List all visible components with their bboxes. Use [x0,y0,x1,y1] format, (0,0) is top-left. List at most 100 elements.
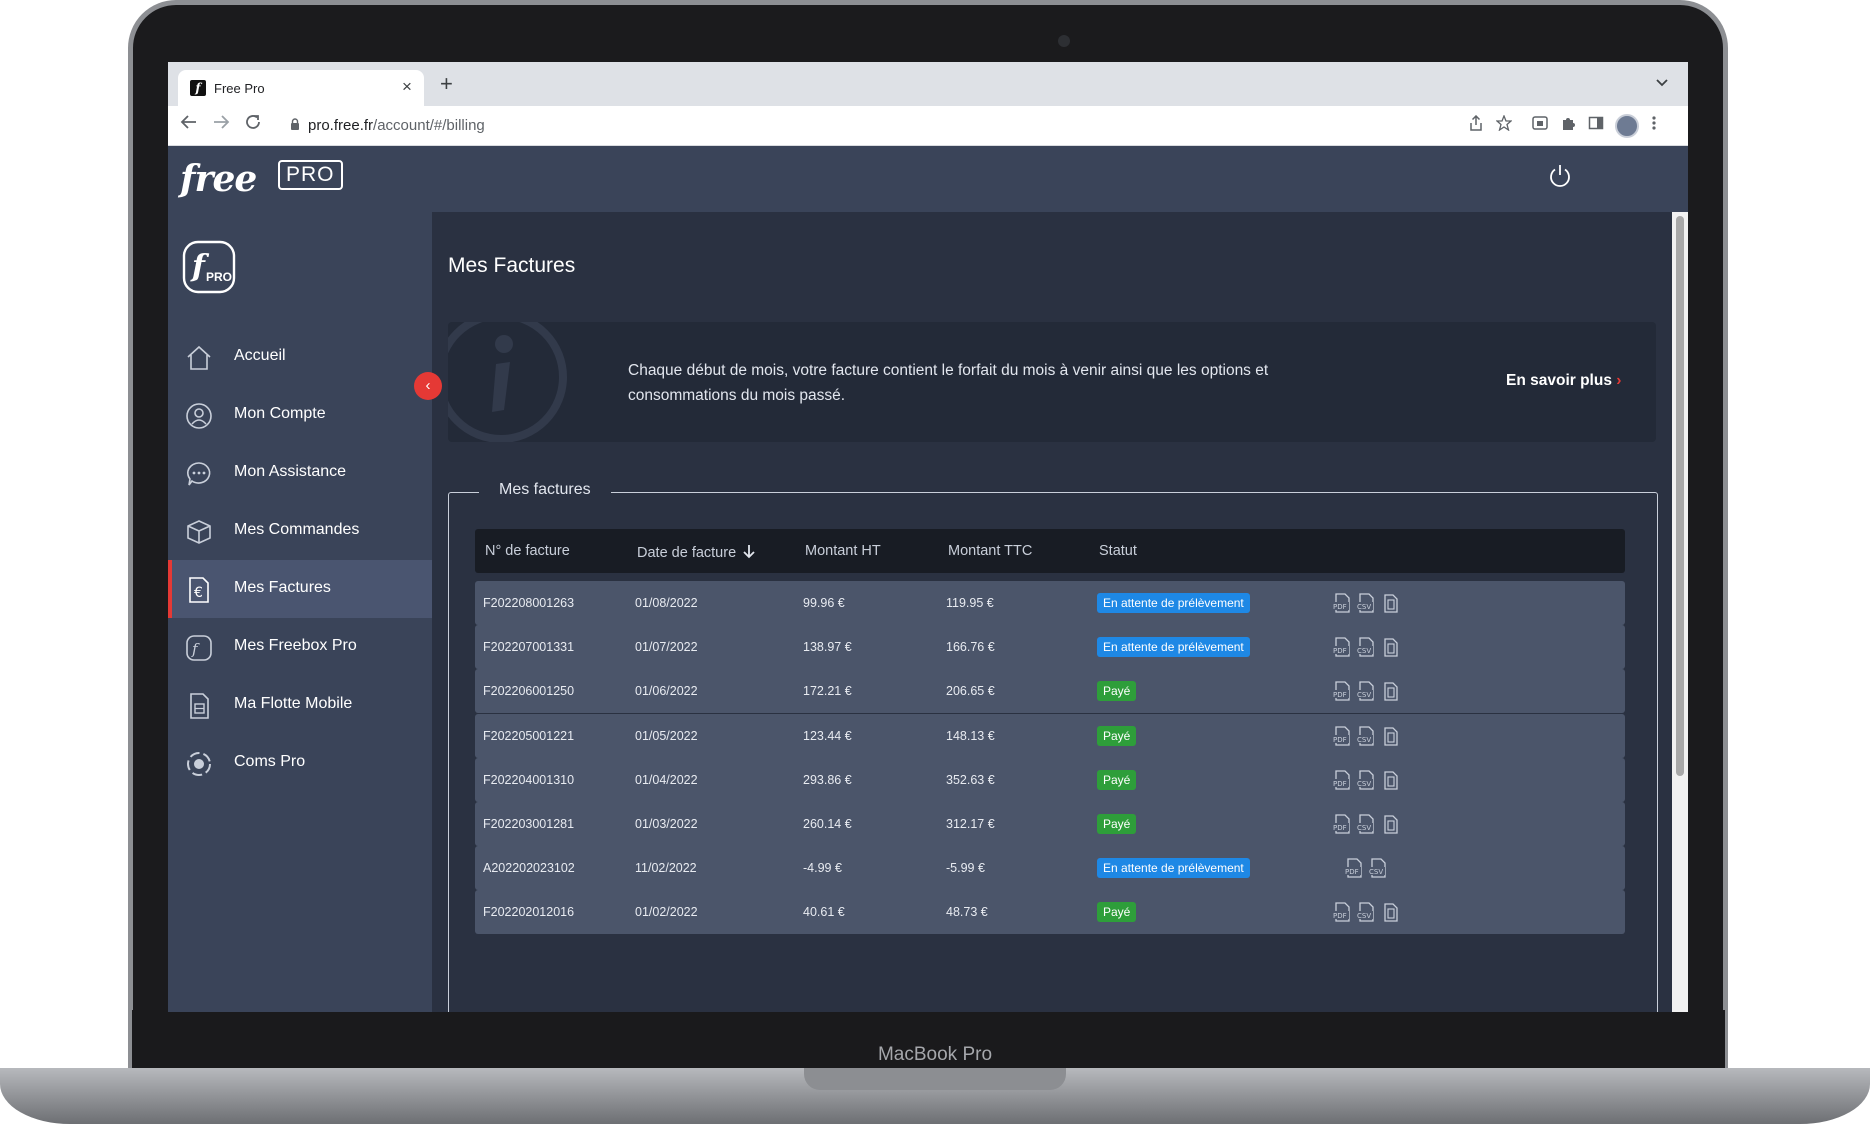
sidebar-item-mon-assistance[interactable]: Mon Assistance [168,444,432,502]
csv-download-icon[interactable]: CSV [1355,592,1377,614]
pdf-download-icon[interactable]: PDF [1343,857,1365,879]
reload-icon[interactable] [244,113,262,137]
sidebar-item-coms-pro[interactable]: Coms Pro [168,734,432,792]
invoice-number: A202202023102 [483,861,575,876]
learn-more-link[interactable]: En savoir plus › [1506,372,1621,390]
tab-list-icon[interactable] [1656,75,1668,90]
pdf-download-icon[interactable]: PDF [1331,725,1353,747]
csv-download-icon[interactable]: CSV [1355,725,1377,747]
document-icon[interactable] [1379,901,1401,923]
svg-text:CSV: CSV [1357,736,1371,744]
table-row[interactable]: F202208001263 01/08/2022 99.96 € 119.95 € En… [475,581,1625,625]
sidebar-item-mes-commandes[interactable]: Mes Commandes [168,502,432,560]
table-row[interactable]: F202207001331 01/07/2022 138.97 € 166.76 € E… [475,625,1625,670]
pdf-download-icon[interactable]: PDF [1331,769,1353,791]
amount-ht: 293.86 € [803,772,852,787]
close-tab-icon[interactable]: × [402,77,412,97]
sidebar-item-mes-factures[interactable]: € Mes Factures [168,560,432,618]
sidebar-item-accueil[interactable]: Accueil [168,328,432,386]
table-row[interactable]: A202202023102 11/02/2022 -4.99 € -5.99 € En … [475,846,1625,891]
table-row[interactable]: F202205001221 01/05/2022 123.44 € 148.13 € P… [475,713,1625,758]
info-icon [448,322,567,442]
coms-icon [187,752,211,776]
document-icon[interactable] [1379,769,1401,791]
pdf-download-icon[interactable]: PDF [1331,592,1353,614]
side-panel-icon[interactable] [1588,115,1604,136]
csv-download-icon[interactable]: CSV [1367,857,1389,879]
pdf-download-icon[interactable]: PDF [1331,636,1353,658]
invoice-date: 01/05/2022 [635,728,698,743]
document-icon[interactable] [1379,592,1401,614]
power-icon[interactable] [1546,162,1574,190]
amount-ttc: 312.17 € [946,817,995,831]
free-favicon-icon: f [190,80,206,96]
bookmark-star-icon[interactable] [1495,114,1513,136]
amount-ttc: 48.73 € [946,905,988,920]
new-tab-icon[interactable]: + [440,71,453,97]
svg-text:PDF: PDF [1345,868,1359,876]
table-row[interactable]: F202204001310 01/04/2022 293.86 € 352.63 € P… [475,757,1625,802]
invoice-date: 11/02/2022 [635,861,697,876]
browser-tab[interactable]: f Free Pro × [178,70,424,106]
svg-text:PDF: PDF [1333,647,1347,655]
pdf-download-icon[interactable]: PDF [1331,680,1353,702]
sidebar-item-ma-flotte-mobile[interactable]: Ma Flotte Mobile [168,676,432,734]
table-row[interactable]: F202202012016 01/02/2022 40.61 € 48.73 € Pay… [475,890,1625,935]
csv-download-icon[interactable]: CSV [1355,813,1377,835]
csv-download-icon[interactable]: CSV [1355,680,1377,702]
back-icon[interactable] [180,113,198,137]
document-icon[interactable] [1379,680,1401,702]
forward-icon[interactable] [212,113,230,137]
table-row[interactable]: F202203001281 01/03/2022 260.14 € 312.17 € P… [475,802,1625,846]
laptop-notch [804,1068,1066,1090]
document-icon[interactable] [1379,725,1401,747]
puzzle-icon[interactable] [1560,115,1576,136]
status-badge: Payé [1097,769,1137,790]
csv-download-icon[interactable]: CSV [1355,769,1377,791]
invoice-date: 01/07/2022 [635,640,698,655]
document-icon[interactable] [1379,813,1401,835]
csv-download-icon[interactable]: CSV [1355,636,1377,658]
amount-ht: 40.61 € [803,905,845,920]
laptop-model-label: MacBook Pro [877,1044,993,1065]
status-badge: En attente de prélèvement [1097,637,1250,658]
svg-text:CSV: CSV [1357,603,1371,611]
document-icon[interactable] [1379,636,1401,658]
amount-ttc: 166.76 € [946,640,995,655]
amount-ht: -4.99 € [803,861,842,876]
column-header-amount-ttc: Montant TTC [948,543,1033,559]
amount-ht: 99.96 € [803,596,845,610]
invoice-date: 01/06/2022 [635,684,698,699]
pdf-download-icon[interactable]: PDF [1331,813,1353,835]
page-scrollbar[interactable] [1672,212,1688,1012]
invoice-date: 01/04/2022 [635,772,698,787]
invoice-number: F202204001310 [483,772,575,787]
svg-text:PDF: PDF [1333,780,1347,788]
sidebar-item-label: Mon Compte [234,405,326,422]
svg-text:CSV: CSV [1357,647,1371,655]
sidebar-collapse-button[interactable]: ‹ [414,372,442,400]
address-bar[interactable]: pro.free.fr/account/#/billing [280,111,1600,141]
info-banner: Chaque début de mois, votre facture cont… [448,322,1656,442]
sidebar-item-mes-freebox-pro[interactable]: f Mes Freebox Pro [168,618,432,676]
column-header-date[interactable]: Date de facture [637,543,756,561]
browser-menu-icon[interactable] [1652,115,1656,136]
svg-text:PDF: PDF [1333,912,1347,920]
extension-manager-icon[interactable] [1532,115,1548,136]
scrollbar-thumb[interactable] [1676,216,1684,776]
invoice-number: F202203001281 [483,817,575,831]
share-icon[interactable] [1468,114,1484,136]
csv-download-icon[interactable]: CSV [1355,901,1377,923]
table-row[interactable]: F202206001250 01/06/2022 172.21 € 206.65 € P… [475,669,1625,714]
sidebar-item-label: Mes Freebox Pro [234,637,357,654]
section-title: Mes factures [479,481,611,499]
sidebar-item-mon-compte[interactable]: Mon Compte [168,386,432,444]
svg-text:CSV: CSV [1369,868,1383,876]
status-badge: Payé [1097,814,1137,834]
free-logo[interactable]: free [180,158,257,200]
profile-avatar[interactable] [1615,114,1639,138]
pdf-download-icon[interactable]: PDF [1331,901,1353,923]
status-badge: En attente de prélèvement [1097,593,1250,613]
logo-sub: PRO [206,270,232,284]
column-header-date-label: Date de facture [637,545,737,561]
